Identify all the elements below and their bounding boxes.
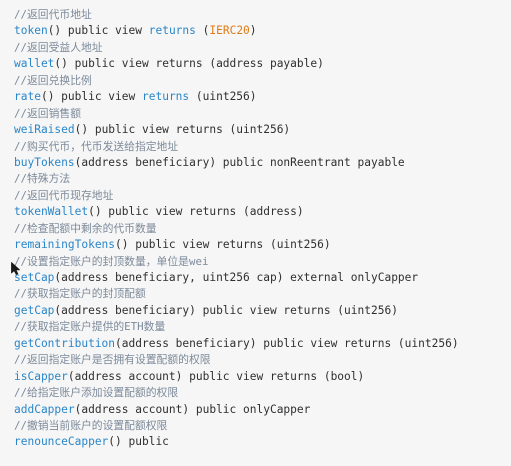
code-lines: //返回代币地址 token() public view returns (IER… [14, 7, 459, 451]
code-text: (address beneficiary) public nonReentran… [74, 155, 405, 169]
code-line: getContribution(address beneficiary) pub… [14, 336, 459, 352]
comment-line: //返回代币地址 [14, 8, 92, 21]
function-name: renounceCapper [14, 435, 109, 449]
comment-line: //购买代币，代币发送给指定地址 [14, 139, 179, 153]
comment-line: //返回销售额 [14, 106, 81, 120]
code-text: (uint256) [189, 90, 257, 104]
code-text: ) [249, 24, 257, 38]
comment-line: //获取指定账户的封顶配额 [14, 287, 146, 301]
function-name: tokenWallet [14, 205, 89, 219]
function-name: getCap [14, 303, 55, 317]
code-text: () public view returns (uint256) [74, 123, 291, 137]
keyword: returns [148, 24, 196, 38]
function-name: getContribution [14, 336, 116, 350]
code-text: () public view [40, 90, 142, 104]
code-text: () public [108, 435, 169, 449]
comment-line: //撤销当前账户的设置配额权限 [14, 418, 168, 432]
code-text: (address account) public view returns (b… [67, 369, 365, 383]
comment-line: //返回指定账户是否拥有设置配额的权限 [14, 353, 211, 367]
code-line: addCapper(address account) public onlyCa… [14, 402, 459, 418]
function-name: rate [14, 90, 41, 104]
function-name: isCapper [14, 369, 68, 383]
code-line: buyTokens(address beneficiary) public no… [14, 155, 459, 171]
code-text: () public view returns (uint256) [115, 238, 331, 252]
function-name: buyTokens [14, 155, 75, 169]
code-text: (address beneficiary, uint256 cap) exter… [54, 271, 419, 284]
code-line: weiRaised() public view returns (uint256… [14, 122, 459, 138]
comment-line: //返回受益人地址 [14, 40, 103, 54]
comment-line: //给指定账户添加设置配额的权限 [14, 386, 179, 400]
keyword: returns [142, 90, 190, 104]
code-text: () public view [47, 24, 149, 38]
comment-line: //获取指定账户提供的ETH数量 [14, 320, 166, 334]
code-line: rate() public view returns (uint256) [14, 89, 459, 105]
function-name: wallet [14, 57, 55, 71]
code-text: (address account) public onlyCapper [74, 402, 311, 416]
function-name: addCapper [14, 402, 75, 416]
code-line: wallet() public view returns (address pa… [14, 56, 459, 72]
comment-line: //特殊方法 [14, 172, 71, 186]
comment-line: //返回代币现存地址 [14, 188, 114, 202]
code-text: (address beneficiary) public view return… [54, 303, 398, 317]
code-text: () public view returns (address) [88, 205, 304, 219]
comment-line: //设置指定账户的封顶数量，单位是wei [14, 254, 209, 268]
code-panel: //返回代币地址 token() public view returns (IER… [0, 0, 511, 466]
function-name: setCap [14, 271, 55, 284]
code-line: token() public view returns (IERC20) [14, 23, 459, 39]
code-line: renounceCapper() public [14, 434, 459, 450]
code-line: tokenWallet() public view returns (addre… [14, 204, 459, 220]
code-text: (address beneficiary) public view return… [115, 336, 459, 350]
code-line: getCap(address beneficiary) public view … [14, 303, 459, 319]
code-line: setCap(address beneficiary, uint256 cap)… [14, 270, 459, 286]
function-name: token [14, 24, 48, 38]
type-name: IERC20 [209, 24, 250, 38]
code-text: () public view returns (address payable) [54, 57, 324, 71]
function-name: remainingTokens [14, 238, 116, 252]
comment-line: //返回兑换比例 [14, 73, 92, 87]
comment-line: //检查配额中剩余的代币数量 [14, 221, 157, 235]
function-name: weiRaised [14, 123, 75, 137]
code-text: ( [195, 24, 210, 38]
code-line: isCapper(address account) public view re… [14, 369, 459, 385]
code-line: remainingTokens() public view returns (u… [14, 237, 459, 253]
